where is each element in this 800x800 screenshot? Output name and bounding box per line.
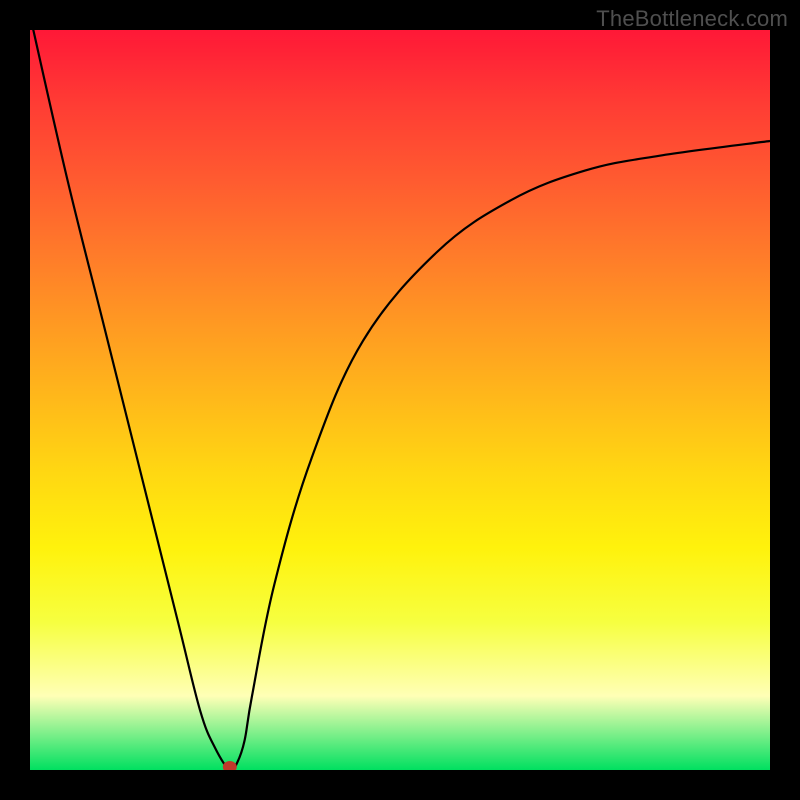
bottleneck-curve <box>30 30 770 770</box>
curve-line <box>30 30 770 770</box>
optimum-marker <box>223 761 237 770</box>
chart-container: TheBottleneck.com <box>0 0 800 800</box>
watermark-text: TheBottleneck.com <box>596 6 788 32</box>
plot-area <box>30 30 770 770</box>
